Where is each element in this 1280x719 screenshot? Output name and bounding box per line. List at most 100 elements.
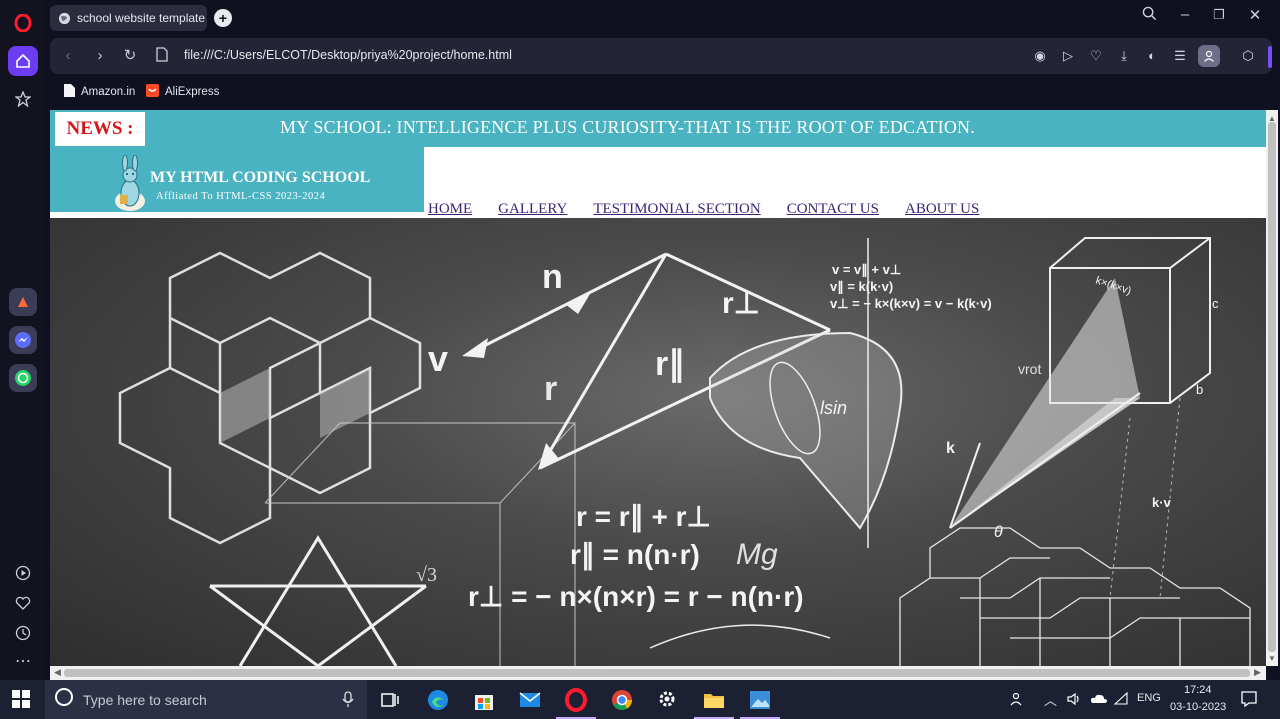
extensions-cube-icon[interactable]: ⬡ xyxy=(1240,48,1256,64)
aria-icon[interactable] xyxy=(9,288,37,316)
h-scrollbar-thumb[interactable] xyxy=(64,669,1250,677)
volume-icon[interactable] xyxy=(1066,691,1082,710)
settings-gear-icon[interactable] xyxy=(656,688,680,712)
search-tabs-icon[interactable] xyxy=(1138,6,1160,25)
scroll-down-icon[interactable]: ▼ xyxy=(1268,654,1276,663)
easy-setup-icon[interactable]: ☰ xyxy=(1172,48,1188,64)
chalk-r: r xyxy=(544,370,558,408)
bookmarks-bar: Amazon.in AliExpress xyxy=(46,78,1280,106)
chalk-v: v xyxy=(428,338,449,379)
news-label: NEWS : xyxy=(55,112,145,146)
send-icon[interactable]: ▷ xyxy=(1060,48,1076,64)
whatsapp-icon[interactable] xyxy=(9,364,37,392)
file-explorer-icon[interactable] xyxy=(702,688,726,712)
player-icon[interactable] xyxy=(8,558,38,588)
chalk-r-par: r∥ xyxy=(655,345,686,383)
windows-taskbar: Type here to search ︿ ENG 17:24 03-10-20… xyxy=(0,680,1280,719)
chalk-mg: Mg xyxy=(736,538,778,571)
chalk-r-perp: r⊥ xyxy=(722,287,760,320)
back-button[interactable]: ‹ xyxy=(58,47,78,64)
battery-saver-icon[interactable]: ◐ xyxy=(1144,48,1160,64)
tab-title: school website template xyxy=(77,11,206,25)
vertical-scrollbar[interactable]: ▲ ▼ xyxy=(1266,110,1278,666)
history-icon[interactable] xyxy=(8,618,38,648)
task-view-icon[interactable] xyxy=(380,688,404,712)
sidebar-accent xyxy=(1268,46,1272,68)
nav-gallery[interactable]: GALLERY xyxy=(498,201,567,218)
globe-icon xyxy=(58,12,71,25)
search-circle-icon xyxy=(54,687,74,712)
taskbar-search[interactable]: Type here to search xyxy=(45,680,367,719)
search-placeholder: Type here to search xyxy=(83,691,207,708)
heart-icon[interactable] xyxy=(8,588,38,618)
site-nav: HOME GALLERY TESTIMONIAL SECTION CONTACT… xyxy=(428,201,1005,218)
page-viewport: NEWS : MY SCHOOL: INTELLIGENCE PLUS CURI… xyxy=(50,110,1266,666)
onedrive-cloud-icon[interactable] xyxy=(1090,691,1108,710)
chalk-r-eq3: r⊥ = − n×(n×r) = r − n(n·r) xyxy=(468,581,804,612)
clock-time[interactable]: 17:24 xyxy=(1184,684,1212,696)
chalk-theta: θ xyxy=(994,524,1003,541)
wifi-icon[interactable] xyxy=(1113,691,1129,710)
download-icon[interactable]: ⤓ xyxy=(1116,48,1132,64)
school-name: MY HTML CODING SCHOOL xyxy=(150,169,371,186)
profile-icon[interactable] xyxy=(1198,45,1220,67)
hero-chalkboard-image: n v r r⊥ r∥ v = v∥ + v⊥ v∥ = k(k·v) v⊥ =… xyxy=(50,218,1266,666)
url-field[interactable]: file:///C:/Users/ELCOT/Desktop/priya%20p… xyxy=(184,48,512,62)
notification-icon[interactable] xyxy=(1240,690,1258,711)
chalk-r-eq2: r∥ = n(n·r) xyxy=(570,539,700,570)
news-bar: NEWS : MY SCHOOL: INTELLIGENCE PLUS CURI… xyxy=(50,110,1266,147)
close-window-button[interactable]: ✕ xyxy=(1244,6,1266,24)
tab-strip: school website template + – ❐ ✕ xyxy=(46,0,1280,38)
minimize-button[interactable]: – xyxy=(1174,6,1196,23)
scrollbar-thumb[interactable] xyxy=(1268,122,1276,652)
chalk-vrot: vrot xyxy=(1018,361,1042,377)
chalk-v-eq2: v∥ = k(k·v) xyxy=(830,279,894,294)
bookmarks-star-icon[interactable] xyxy=(8,84,38,114)
scroll-left-icon[interactable]: ◀ xyxy=(54,667,61,678)
nav-about[interactable]: ABOUT US xyxy=(905,201,979,218)
bookmark-label: Amazon.in xyxy=(81,86,136,98)
photos-icon[interactable] xyxy=(748,688,772,712)
opera-logo-icon[interactable] xyxy=(8,8,38,38)
maximize-button[interactable]: ❐ xyxy=(1208,7,1230,23)
nav-testimonial[interactable]: TESTIMONIAL SECTION xyxy=(593,201,760,218)
windows-start-icon[interactable] xyxy=(12,690,36,714)
tab-school-website[interactable]: school website template xyxy=(50,5,207,31)
chalk-k: k xyxy=(946,440,955,457)
scroll-right-icon[interactable]: ▶ xyxy=(1254,667,1261,678)
opera-sidebar: ⋯ xyxy=(0,0,46,680)
chalk-r-eq1: r = r∥ + r⊥ xyxy=(576,501,711,532)
school-logo-block: MY HTML CODING SCHOOL Affliated To HTML-… xyxy=(50,147,424,215)
chevron-up-icon[interactable]: ︿ xyxy=(1044,690,1057,709)
chalk-v-eq3: v⊥ = − k×(k×v) = v − k(k·v) xyxy=(830,296,992,311)
more-icon[interactable]: ⋯ xyxy=(8,646,38,676)
bookmark-amazon[interactable]: Amazon.in xyxy=(64,84,135,100)
new-tab-button[interactable]: + xyxy=(214,9,232,27)
chalk-c: c xyxy=(1212,296,1219,311)
mail-icon[interactable] xyxy=(518,688,542,712)
horizontal-scrollbar[interactable]: ◀ ▶ xyxy=(50,666,1266,680)
language-indicator[interactable]: ENG xyxy=(1137,692,1161,704)
nav-contact[interactable]: CONTACT US xyxy=(787,201,879,218)
opera-taskbar-icon[interactable] xyxy=(564,688,588,712)
people-icon[interactable] xyxy=(1010,691,1026,710)
reload-icon[interactable]: ↻ xyxy=(120,46,140,64)
clock-date[interactable]: 03-10-2023 xyxy=(1170,701,1226,713)
chalk-sqrt3: √3 xyxy=(416,564,437,586)
microphone-icon[interactable] xyxy=(342,691,354,713)
news-ticker: MY SCHOOL: INTELLIGENCE PLUS CURIOSITY-T… xyxy=(280,117,975,137)
camera-icon[interactable]: ◉ xyxy=(1032,48,1048,64)
chalk-kv: k·v xyxy=(1152,495,1171,510)
file-icon xyxy=(152,47,172,66)
heart-icon[interactable]: ♡ xyxy=(1088,48,1104,64)
messenger-icon[interactable] xyxy=(9,326,37,354)
rabbit-logo-icon xyxy=(112,154,148,218)
edge-icon[interactable] xyxy=(426,688,450,712)
nav-home[interactable]: HOME xyxy=(428,201,472,218)
forward-button[interactable]: › xyxy=(90,47,110,64)
chrome-icon[interactable] xyxy=(610,688,634,712)
chalk-n: n xyxy=(542,258,563,296)
bookmark-aliexpress[interactable]: AliExpress xyxy=(146,84,219,100)
home-icon[interactable] xyxy=(8,46,38,76)
store-icon[interactable] xyxy=(472,688,496,712)
